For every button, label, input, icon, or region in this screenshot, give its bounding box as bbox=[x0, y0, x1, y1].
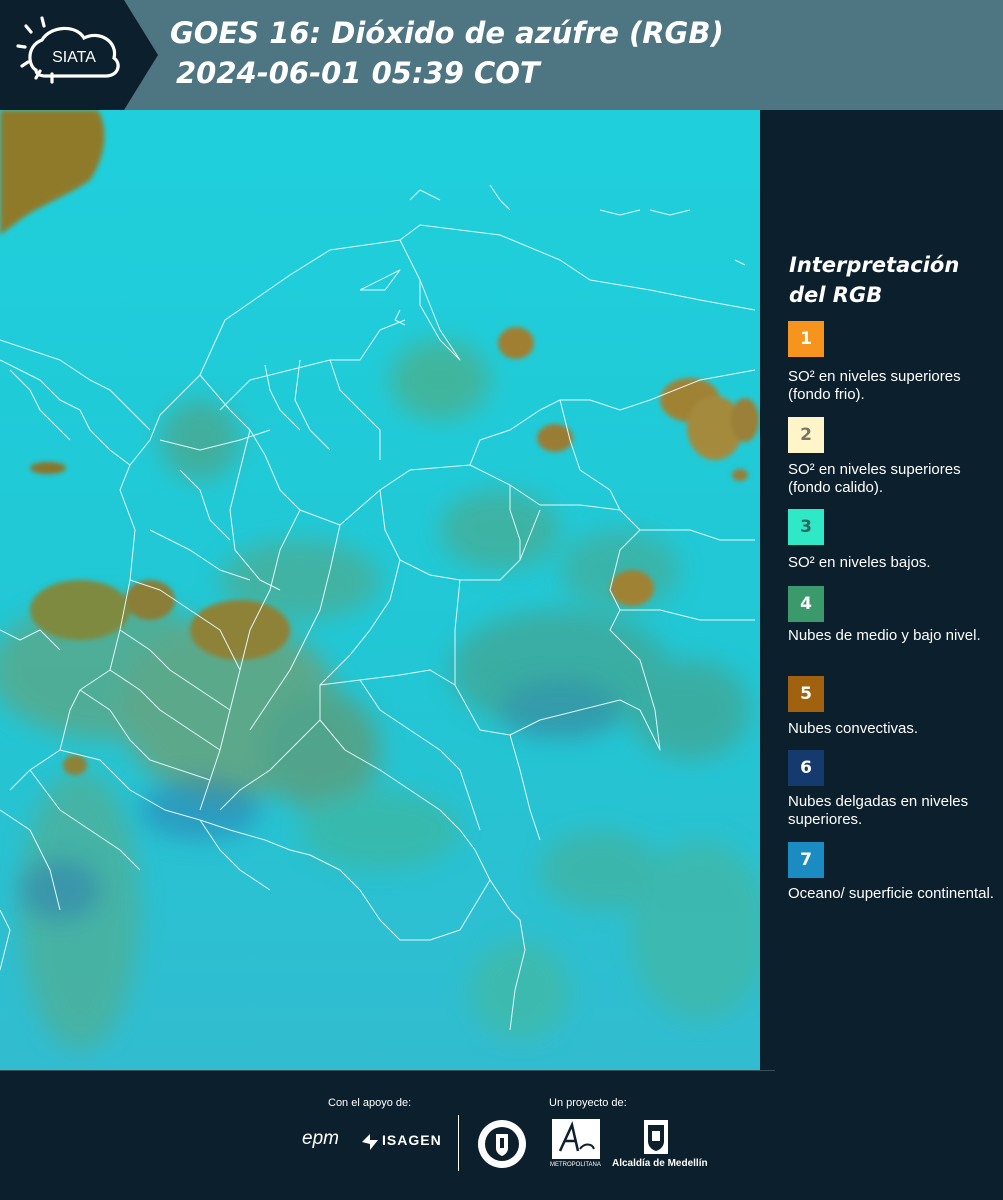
legend-label-5: Nubes convectivas. bbox=[788, 720, 919, 737]
legend-swatch-5: 5 bbox=[788, 676, 824, 712]
legend-swatch-7: 7 bbox=[788, 842, 824, 878]
legend-swatch-3: 3 bbox=[788, 509, 824, 545]
siata-logo-text: SIATA bbox=[52, 49, 96, 66]
siata-logo: SIATA bbox=[0, 0, 158, 110]
footer-divider bbox=[0, 1070, 775, 1071]
legend-num-7: 7 bbox=[800, 850, 812, 870]
project-label: Un proyecto de: bbox=[549, 1097, 627, 1109]
legend-swatch-1: 1 bbox=[788, 321, 824, 357]
alcaldia-shield-icon bbox=[644, 1120, 668, 1154]
legend-num-5: 5 bbox=[800, 684, 812, 704]
page-title: GOES 16: Dióxido de azúfre (RGB) bbox=[170, 16, 724, 50]
legend-title: Interpretación del RGB bbox=[789, 253, 960, 307]
page-timestamp: 2024-06-01 05:39 COT bbox=[176, 56, 540, 90]
area-metropolitana-logo-icon bbox=[552, 1119, 600, 1159]
legend-swatch-6: 6 bbox=[788, 750, 824, 786]
header: SIATA GOES 16: Dióxido de azúfre (RGB) 2… bbox=[0, 0, 1003, 110]
area-metropolitana-text: METROPOLITANA bbox=[550, 1162, 601, 1168]
footer: Con el apoyo de: Un proyecto de: epm ISA… bbox=[0, 1070, 1003, 1200]
medellin-seal-icon bbox=[478, 1120, 526, 1168]
legend-num-3: 3 bbox=[800, 517, 812, 537]
legend-num-1: 1 bbox=[800, 329, 812, 349]
legend-num-2: 2 bbox=[800, 425, 812, 445]
legend-label-4: Nubes de medio y bajo nivel. bbox=[788, 627, 981, 644]
isagen-icon bbox=[362, 1134, 378, 1150]
isagen-logo: ISAGEN bbox=[382, 1132, 442, 1148]
alcaldia-label: Alcaldía de Medellín bbox=[612, 1158, 708, 1169]
epm-logo: epm bbox=[302, 1128, 339, 1149]
legend-num-6: 6 bbox=[800, 758, 812, 778]
support-label: Con el apoyo de: bbox=[328, 1097, 412, 1109]
legend-swatch-4: 4 bbox=[788, 586, 824, 622]
legend-num-4: 4 bbox=[800, 594, 812, 614]
legend-label-1: SO² en niveles superiores (fondo frio). bbox=[788, 368, 961, 403]
footer-separator bbox=[458, 1115, 459, 1171]
legend-panel: Interpretación del RGB 1 SO² en niveles … bbox=[760, 110, 1003, 1070]
legend-label-7: Oceano/ superficie continental. bbox=[788, 885, 994, 902]
legend-label-6: Nubes delgadas en niveles superiores. bbox=[788, 793, 969, 828]
satellite-map[interactable] bbox=[0, 110, 760, 1070]
legend-label-2: SO² en niveles superiores (fondo calido)… bbox=[788, 461, 961, 496]
legend-swatch-2: 2 bbox=[788, 417, 824, 453]
legend-label-3: SO² en niveles bajos. bbox=[788, 554, 931, 571]
